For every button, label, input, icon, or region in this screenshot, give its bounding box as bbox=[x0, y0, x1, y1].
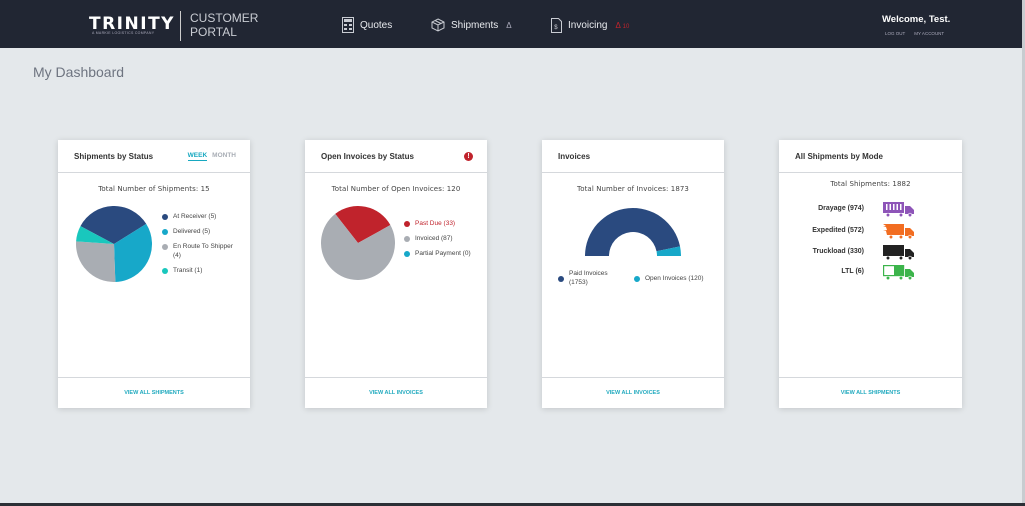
legend-marker bbox=[404, 220, 410, 227]
total-shipments-mode: Total Shipments: 1882 bbox=[830, 180, 911, 188]
ltl-truck-icon bbox=[883, 265, 914, 280]
card-header: Shipments by Status WEEK MONTH bbox=[58, 140, 250, 173]
svg-text:$: $ bbox=[554, 25, 558, 31]
mode-label: Drayage (974) bbox=[818, 205, 864, 212]
mode-row-ltl[interactable]: LTL (6) bbox=[779, 264, 971, 282]
legend-marker bbox=[404, 235, 410, 242]
total-shipments: Total Number of Shipments: 15 bbox=[98, 185, 210, 193]
truckload-truck-icon bbox=[883, 245, 914, 260]
legend-marker bbox=[162, 213, 168, 220]
card-title: Invoices bbox=[558, 151, 591, 161]
shipments-status-legend: At Receiver (5) Delivered (5) En Route To … bbox=[162, 212, 242, 281]
legend-item-invoiced[interactable]: Invoiced (87) bbox=[404, 234, 479, 243]
invoice-alert-bell-icon[interactable]: Δ 10 bbox=[615, 21, 629, 30]
legend-item-transit[interactable]: Transit (1) bbox=[162, 266, 242, 275]
legend-label: Paid Invoices (1753) bbox=[569, 270, 608, 286]
legend-marker bbox=[558, 275, 564, 282]
nav-shipments[interactable]: Shipments Δ bbox=[431, 14, 512, 36]
invoice-alert-count: 10 bbox=[622, 23, 630, 30]
legend-item-open-invoices[interactable]: Open Invoices (120) bbox=[634, 269, 704, 287]
nav-quotes[interactable]: Quotes bbox=[342, 14, 392, 36]
my-account-link[interactable]: MY ACCOUNT bbox=[914, 31, 944, 36]
legend-label: Past Due (33) bbox=[415, 220, 456, 227]
legend-item-at-receiver[interactable]: At Receiver (5) bbox=[162, 212, 242, 221]
page-title: My Dashboard bbox=[33, 64, 125, 80]
card-header: Invoices bbox=[542, 140, 724, 173]
legend-marker bbox=[162, 228, 168, 235]
total-open-invoices: Total Number of Open Invoices: 120 bbox=[331, 185, 461, 193]
legend-label: Open Invoices (120) bbox=[645, 274, 704, 282]
view-all-shipments-link[interactable]: VIEW ALL SHIPMENTS bbox=[779, 377, 962, 408]
legend-item-partial-payment[interactable]: Partial Payment (0) bbox=[404, 249, 479, 258]
nav-invoicing[interactable]: $ Invoicing Δ 10 bbox=[551, 14, 629, 36]
mode-row-truckload[interactable]: Truckload (330) bbox=[779, 244, 971, 262]
legend-item-delivered[interactable]: Delivered (5) bbox=[162, 227, 242, 236]
period-tabs: WEEK MONTH bbox=[187, 152, 236, 161]
drayage-truck-icon bbox=[883, 202, 914, 217]
shipments-by-mode-card: All Shipments by Mode Total Shipments: 1… bbox=[779, 140, 962, 408]
nav-invoicing-label: Invoicing bbox=[568, 19, 608, 31]
shipments-by-status-card: Shipments by Status WEEK MONTH Total Num… bbox=[58, 140, 250, 408]
card-title: Shipments by Status bbox=[74, 151, 154, 161]
portal-title: CUSTOMER PORTAL bbox=[190, 11, 258, 39]
legend-label: Invoiced (87) bbox=[415, 235, 453, 242]
account-links: LOG OUT MY ACCOUNT bbox=[885, 31, 944, 36]
view-all-shipments-link[interactable]: VIEW ALL SHIPMENTS bbox=[58, 377, 250, 408]
mode-row-expedited[interactable]: Expedited (572) bbox=[779, 223, 971, 241]
shipments-status-pie bbox=[76, 206, 152, 282]
legend-item-past-due[interactable]: Past Due (33) bbox=[404, 219, 479, 228]
box-icon bbox=[431, 18, 445, 32]
legend-marker bbox=[634, 275, 640, 282]
mode-label: Truckload (330) bbox=[812, 248, 864, 255]
pie-slice-en-route-to-shipper[interactable] bbox=[76, 241, 116, 282]
bell-glyph: Δ bbox=[615, 20, 621, 30]
mode-label: LTL (6) bbox=[841, 268, 864, 275]
legend-label: At Receiver (5) bbox=[173, 213, 217, 220]
card-title: Open Invoices by Status bbox=[321, 151, 414, 161]
invoice-icon: $ bbox=[551, 17, 562, 33]
portal-line-1: CUSTOMER bbox=[190, 11, 259, 25]
view-all-invoices-link[interactable]: VIEW ALL INVOICES bbox=[305, 377, 487, 408]
legend-marker bbox=[404, 250, 410, 257]
logout-link[interactable]: LOG OUT bbox=[885, 31, 905, 36]
welcome-text: Welcome, Test. bbox=[882, 14, 951, 25]
header-divider bbox=[180, 11, 181, 41]
card-title: All Shipments by Mode bbox=[795, 151, 884, 161]
total-invoices: Total Number of Invoices: 1873 bbox=[577, 185, 689, 193]
calculator-icon bbox=[342, 17, 354, 33]
nav-shipments-label: Shipments bbox=[451, 19, 499, 31]
invoices-card: Invoices Total Number of Invoices: 1873 … bbox=[542, 140, 724, 408]
legend-label: Transit (1) bbox=[173, 267, 203, 274]
card-header: All Shipments by Mode bbox=[779, 140, 962, 173]
legend-item-paid-invoices[interactable]: Paid Invoices (1753) bbox=[558, 269, 616, 287]
legend-item-en-route-to-shipper[interactable]: En Route To Shipper (4) bbox=[162, 242, 242, 260]
mode-row-drayage[interactable]: Drayage (974) bbox=[779, 201, 971, 219]
open-invoices-pie bbox=[321, 206, 395, 280]
legend-marker bbox=[162, 243, 168, 250]
legend-label: En Route To Shipper (4) bbox=[173, 243, 233, 259]
legend-label: Delivered (5) bbox=[173, 228, 211, 235]
top-navigation-bar: TRINITY A MARKIE LOGISTICS COMPANY CUSTO… bbox=[0, 0, 1025, 48]
mode-label: Expedited (572) bbox=[812, 227, 864, 234]
tab-week[interactable]: WEEK bbox=[187, 152, 208, 161]
nav-quotes-label: Quotes bbox=[360, 19, 393, 31]
invoices-legend: Paid Invoices (1753) Open Invoices (120) bbox=[558, 269, 718, 293]
invoices-semi-donut bbox=[585, 207, 681, 256]
card-header: Open Invoices by Status ! bbox=[305, 140, 487, 173]
expedited-truck-icon bbox=[883, 224, 914, 239]
tab-month[interactable]: MONTH bbox=[212, 152, 236, 161]
logo-tagline: A MARKIE LOGISTICS COMPANY bbox=[92, 31, 155, 35]
legend-marker bbox=[162, 267, 168, 274]
open-invoices-legend: Past Due (33) Invoiced (87) Partial Paymen… bbox=[404, 219, 479, 264]
bell-icon[interactable]: Δ bbox=[506, 21, 511, 30]
portal-line-2: PORTAL bbox=[190, 25, 237, 39]
legend-label: Partial Payment (0) bbox=[415, 250, 471, 257]
donut-slice-paid-invoices[interactable] bbox=[585, 207, 681, 256]
open-invoices-card: Open Invoices by Status ! Total Number o… bbox=[305, 140, 487, 408]
view-all-invoices-link[interactable]: VIEW ALL INVOICES bbox=[542, 377, 724, 408]
alert-icon[interactable]: ! bbox=[464, 151, 473, 161]
